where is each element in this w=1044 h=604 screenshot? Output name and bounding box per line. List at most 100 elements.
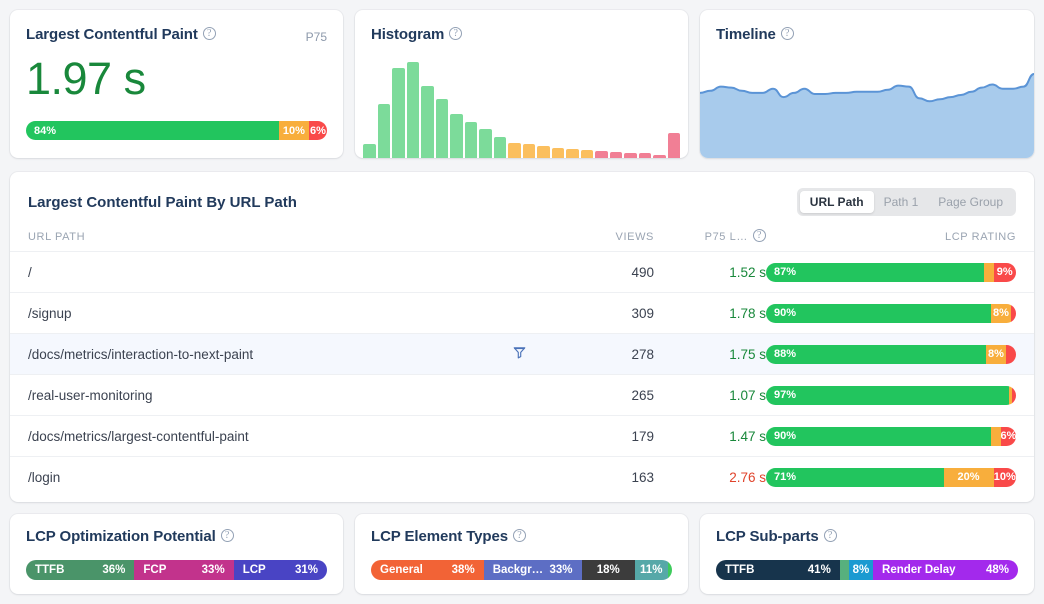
histogram-bar[interactable] (421, 86, 434, 158)
histogram-bar[interactable] (493, 137, 506, 158)
column-header-lcp-rating[interactable]: LCP RATING (766, 231, 1016, 243)
optimization-card-header: LCP Optimization Potential? (26, 528, 327, 546)
segmented-option-page-group[interactable]: Page Group (928, 191, 1013, 213)
stack-segment[interactable]: 8% (848, 560, 874, 580)
optimization-stacked-bar[interactable]: TTFB 36% FCP 33% LCP 31% (26, 560, 327, 580)
histogram-card-title: Histogram (371, 26, 445, 44)
timeline-chart[interactable] (700, 53, 1034, 158)
histogram-bar[interactable] (406, 62, 419, 158)
cell-url-path[interactable]: /docs/metrics/largest-contentful-paint (28, 429, 536, 444)
histogram-bar[interactable] (609, 152, 622, 158)
row-rating-bar[interactable]: 90% 8% (766, 303, 1016, 323)
help-icon[interactable]: ? (753, 229, 766, 242)
stack-segment-percent: 31% (294, 564, 318, 576)
column-header-views[interactable]: VIEWS (536, 231, 654, 243)
rating-segment-poor: 10% (993, 467, 1016, 487)
stack-segment[interactable]: TTFB 41% (716, 560, 840, 580)
stack-segment[interactable] (839, 560, 849, 580)
subparts-stacked-bar[interactable]: TTFB 41% 8% Render Delay 48% (716, 560, 1018, 580)
histogram-bar[interactable] (638, 153, 651, 158)
row-rating-bar[interactable]: 71% 20% 10% (766, 467, 1016, 487)
stack-segment[interactable] (667, 560, 672, 580)
row-rating-bar[interactable]: 87% 9% (766, 262, 1016, 282)
table-row[interactable]: /signup 309 1.78 s 90% 8% (10, 292, 1034, 333)
histogram-bar[interactable] (464, 122, 477, 158)
stack-segment-percent: 33% (549, 564, 573, 576)
lcp-optimization-potential-card: LCP Optimization Potential? TTFB 36% FCP 33… (10, 514, 343, 594)
cell-p75: 1.75 s (654, 347, 766, 362)
column-header-p75[interactable]: P75 L…? (654, 229, 766, 243)
column-header-url-path[interactable]: URL PATH (28, 231, 536, 243)
grouping-segmented-control[interactable]: URL Path Path 1 Page Group (796, 188, 1016, 216)
rating-segment-good: 87% (766, 262, 984, 282)
cell-p75: 2.76 s (654, 470, 766, 485)
stack-segment[interactable]: 18% (581, 560, 635, 580)
element-types-stacked-bar[interactable]: General 38% Backgr… 33% 18% 11% (371, 560, 672, 580)
histogram-bar[interactable] (392, 67, 405, 158)
stack-segment[interactable]: TTFB 36% (26, 560, 135, 580)
rating-segment-ni: 20% (943, 467, 994, 487)
stack-segment[interactable]: General 38% (371, 560, 484, 580)
stack-segment[interactable]: Render Delay 48% (873, 560, 1018, 580)
cell-url-path[interactable]: /docs/metrics/interaction-to-next-paint (28, 346, 536, 362)
histogram-bar[interactable] (508, 142, 521, 158)
cell-url-path[interactable]: /login (28, 470, 536, 485)
stack-segment[interactable]: Backgr… 33% (483, 560, 582, 580)
rating-segment-poor (1012, 385, 1016, 405)
histogram-bar[interactable] (479, 129, 492, 158)
histogram-bar[interactable] (595, 151, 608, 158)
segmented-option-url-path[interactable]: URL Path (799, 191, 874, 213)
stack-segment-percent: 48% (985, 564, 1009, 576)
help-icon[interactable]: ? (202, 27, 216, 41)
stack-segment[interactable]: 11% (634, 560, 668, 580)
timeline-card-title: Timeline (716, 26, 776, 44)
table-row[interactable]: /real-user-monitoring 265 1.07 s 97% (10, 374, 1034, 415)
stack-segment[interactable]: LCP 31% (233, 560, 327, 580)
histogram-bar[interactable] (566, 148, 579, 158)
row-rating-bar[interactable]: 88% 8% (766, 344, 1016, 364)
row-rating-bar[interactable]: 97% (766, 385, 1016, 405)
histogram-bar[interactable] (551, 147, 564, 158)
histogram-bar[interactable] (667, 132, 680, 158)
cell-lcp-rating: 71% 20% 10% (766, 467, 1016, 487)
help-icon[interactable]: ? (780, 27, 794, 41)
element-types-card-header: LCP Element Types? (371, 528, 672, 546)
histogram-bar[interactable] (435, 99, 448, 158)
table-row[interactable]: /docs/metrics/interaction-to-next-paint 2… (10, 333, 1034, 374)
cell-p75: 1.52 s (654, 265, 766, 280)
lcp-rating-bar[interactable]: 84% 10% 6% (26, 121, 327, 140)
cell-p75: 1.07 s (654, 388, 766, 403)
segmented-option-path-1[interactable]: Path 1 (874, 191, 929, 213)
table-row[interactable]: / 490 1.52 s 87% 9% (10, 251, 1034, 292)
histogram-bar[interactable] (537, 146, 550, 158)
rating-segment-ni: 10% (278, 121, 309, 140)
cell-url-path[interactable]: /real-user-monitoring (28, 388, 536, 403)
filter-icon[interactable] (513, 346, 526, 362)
help-icon[interactable]: ? (449, 27, 463, 41)
histogram-bar[interactable] (624, 153, 637, 158)
histogram-bar[interactable] (580, 149, 593, 158)
histogram-bar[interactable] (450, 114, 463, 158)
filter-icon[interactable] (513, 346, 526, 359)
help-icon[interactable]: ? (823, 529, 837, 543)
help-icon[interactable]: ? (220, 529, 234, 543)
histogram-bar[interactable] (522, 144, 535, 158)
histogram-bar[interactable] (377, 103, 390, 158)
histogram-bar[interactable] (363, 144, 376, 158)
table-row[interactable]: /docs/metrics/largest-contentful-paint 17… (10, 415, 1034, 456)
histogram-chart[interactable] (363, 53, 680, 158)
url-path-text: /docs/metrics/interaction-to-next-paint (28, 346, 254, 362)
p75-value: 1.47 s (729, 428, 766, 444)
url-path-text: / (28, 264, 32, 280)
help-icon[interactable]: ? (512, 529, 526, 543)
cell-url-path[interactable]: /signup (28, 306, 536, 321)
row-rating-bar[interactable]: 90% 6% (766, 426, 1016, 446)
histogram-bar[interactable] (653, 154, 666, 158)
cell-url-path[interactable]: / (28, 265, 536, 280)
table-row[interactable]: /login 163 2.76 s 71% 20% 10% (10, 456, 1034, 497)
stack-segment[interactable]: FCP 33% (134, 560, 234, 580)
lcp-title-group: Largest Contentful Paint? (26, 26, 216, 44)
rating-segment-poor: 9% (993, 262, 1016, 282)
timeline-card: Timeline? (700, 10, 1034, 158)
rating-segment-ni (983, 262, 994, 282)
